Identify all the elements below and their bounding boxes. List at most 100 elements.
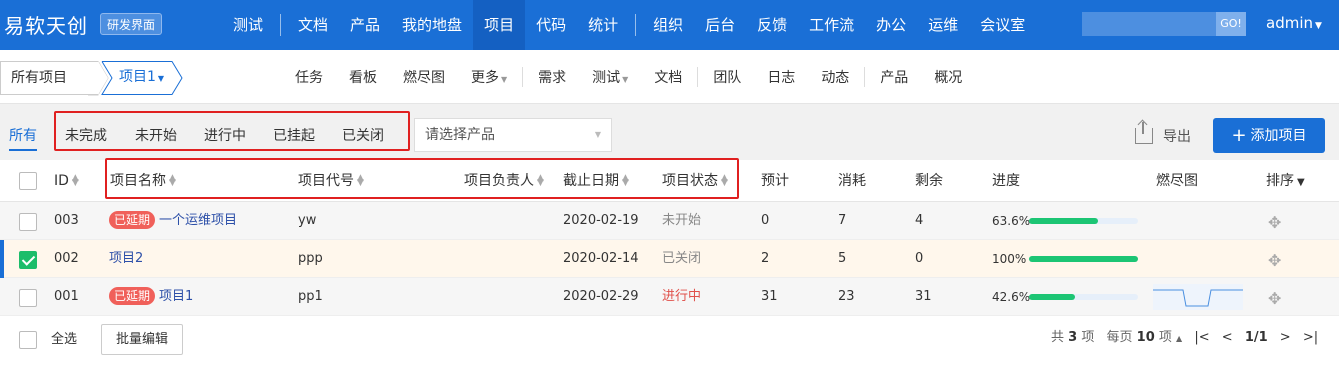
col-left: 剩余	[915, 173, 943, 189]
subnav-log[interactable]: 日志	[754, 67, 808, 87]
nav-item-doc[interactable]: 文档	[287, 0, 339, 50]
search-button[interactable]: GO!	[1216, 12, 1246, 36]
filter-tab-all[interactable]: 所有	[9, 125, 37, 151]
breadcrumb-all-label: 所有项目	[11, 70, 67, 86]
row-name[interactable]: 已延期 项目1	[109, 278, 193, 316]
batch-edit-button[interactable]: 批量编辑	[101, 324, 183, 355]
nav-item-test[interactable]: 测试	[222, 0, 274, 50]
nav-item-project[interactable]: 项目	[473, 0, 526, 50]
top-navbar: 易软天创 研发界面 测试 文档 产品 我的地盘 项目 代码 统计 组织 后台 反…	[0, 0, 1339, 50]
product-select[interactable]: 请选择产品 ▼	[414, 118, 612, 152]
row-id: 002	[54, 251, 79, 266]
pager-total-suffix: 项	[1081, 330, 1095, 345]
row-left: 0	[915, 251, 924, 266]
col-id[interactable]: ID ▲ ▼	[54, 160, 79, 202]
subnav-more-label: 更多	[471, 70, 499, 86]
export-button[interactable]: 导出	[1135, 122, 1191, 146]
col-progress: 进度	[992, 173, 1020, 189]
progress-fill	[1029, 218, 1099, 224]
brand-logo[interactable]: 易软天创	[4, 10, 88, 39]
nav-item-org[interactable]: 组织	[642, 0, 694, 50]
row-progress-text: 100%	[992, 252, 1027, 266]
nav-item-code[interactable]: 代码	[525, 0, 577, 50]
row-left: 4	[915, 213, 924, 228]
subnav-test[interactable]: 测试 ▼	[579, 67, 641, 87]
table-header: ID ▲ ▼ 项目名称 ▲ ▼ 项目代号 ▲ ▼ 项目负责人 ▲ ▼ 截止日期 ▲ ▼ 项目状态 ▲ ▼…	[0, 158, 1339, 202]
user-menu[interactable]: admin ▼	[1266, 14, 1322, 32]
nav-item-my[interactable]: 我的地盘	[391, 0, 473, 50]
subnav-more[interactable]: 更多 ▼	[458, 67, 520, 87]
row-checkbox[interactable]	[19, 213, 37, 231]
select-all-label[interactable]: 全选	[51, 321, 77, 359]
env-badge: 研发界面	[100, 13, 163, 35]
project-link[interactable]: 项目1	[159, 289, 193, 304]
move-icon[interactable]: ✥	[1268, 213, 1281, 232]
subnav-doc[interactable]: 文档	[641, 67, 695, 87]
subnav-team[interactable]: 团队	[700, 67, 754, 87]
breadcrumb-all-projects[interactable]: 所有项目	[0, 61, 98, 95]
subnav-task[interactable]: 任务	[282, 67, 336, 87]
table-row[interactable]: 003 已延期 一个运维项目 yw 2020-02-19 未开始 0 7 4 63…	[0, 202, 1339, 240]
move-icon[interactable]: ✥	[1268, 289, 1281, 308]
select-all-checkbox-header[interactable]	[19, 172, 37, 190]
subnav-divider	[697, 67, 699, 87]
nav-divider	[280, 14, 282, 36]
table-row[interactable]: 002 项目2 ppp 2020-02-14 已关闭 2 5 0 100% ✥	[0, 240, 1339, 278]
row-deadline: 2020-02-29	[563, 289, 639, 304]
first-page-icon[interactable]: |<	[1194, 316, 1209, 360]
col-sort[interactable]: 排序 ▼	[1266, 160, 1305, 202]
select-all-checkbox[interactable]	[19, 331, 37, 349]
nav-item-ops[interactable]: 运维	[917, 0, 969, 50]
nav-item-meeting[interactable]: 会议室	[969, 0, 1036, 50]
page-indicator: 1/1	[1244, 330, 1268, 345]
last-page-icon[interactable]: >|	[1303, 316, 1318, 360]
nav-item-feedback[interactable]: 反馈	[746, 0, 798, 50]
row-consumed: 7	[838, 213, 847, 228]
project-link[interactable]: 一个运维项目	[159, 213, 237, 228]
nav-item-admin[interactable]: 后台	[694, 0, 746, 50]
subnav-story[interactable]: 需求	[525, 67, 579, 87]
highlight-box-columns	[105, 158, 739, 199]
table-row[interactable]: 001 已延期 项目1 pp1 2020-02-29 进行中 31 23 31 4…	[0, 278, 1339, 316]
row-checkbox[interactable]	[19, 251, 37, 269]
row-name[interactable]: 项目2	[109, 240, 143, 278]
chevron-down-icon: ▼	[157, 74, 165, 83]
pager-per-page-value: 10	[1136, 330, 1155, 345]
progress-bar	[1029, 256, 1138, 262]
subnav-dynamic[interactable]: 动态	[808, 67, 862, 87]
col-sort-label: 排序	[1266, 173, 1294, 189]
subnav-kanban[interactable]: 看板	[336, 67, 390, 87]
row-deadline: 2020-02-14	[563, 251, 639, 266]
project-link[interactable]: 项目2	[109, 251, 143, 266]
next-page-icon[interactable]: >	[1280, 316, 1291, 360]
row-checkbox[interactable]	[19, 289, 37, 307]
selected-row-indicator	[0, 240, 4, 278]
breadcrumb-project[interactable]: 项目1 ▼	[119, 61, 164, 95]
burndown-sparkline	[1153, 284, 1243, 310]
pager-per-page[interactable]: 每页 10 项 ▲	[1107, 330, 1183, 345]
nav-item-office[interactable]: 办公	[865, 0, 917, 50]
nav-item-stats[interactable]: 统计	[577, 0, 629, 50]
subnav-burndown[interactable]: 燃尽图	[390, 67, 458, 87]
search-input[interactable]	[1082, 12, 1216, 36]
subnav-overview[interactable]: 概况	[921, 67, 975, 87]
export-label: 导出	[1163, 129, 1191, 145]
row-code: ppp	[298, 251, 323, 266]
progress-fill	[1029, 294, 1076, 300]
add-project-button[interactable]: + 添加项目	[1213, 118, 1325, 153]
delayed-badge: 已延期	[109, 287, 156, 305]
prev-page-icon[interactable]: <	[1222, 316, 1233, 360]
subnav-product[interactable]: 产品	[867, 67, 921, 87]
row-name[interactable]: 已延期 一个运维项目	[109, 202, 237, 240]
delayed-badge: 已延期	[109, 211, 156, 229]
main-nav: 测试 文档 产品 我的地盘 项目 代码 统计 组织 后台 反馈 工作流 办公 运…	[222, 0, 1036, 50]
nav-item-product[interactable]: 产品	[339, 0, 391, 50]
pager: 共 3 项 每页 10 项 ▲ |< < 1/1 > >|	[1051, 316, 1318, 360]
nav-item-workflow[interactable]: 工作流	[798, 0, 865, 50]
chevron-down-icon: ▼	[1315, 21, 1322, 31]
add-project-label: 添加项目	[1250, 128, 1307, 144]
sub-navbar: 所有项目 项目1 ▼ 任务 看板 燃尽图 更多 ▼ 需求 测试 ▼ 文档 团队 日志 …	[0, 50, 1339, 104]
move-icon[interactable]: ✥	[1268, 251, 1281, 270]
row-code: pp1	[298, 289, 323, 304]
row-progress-text: 42.6%	[992, 290, 1031, 304]
